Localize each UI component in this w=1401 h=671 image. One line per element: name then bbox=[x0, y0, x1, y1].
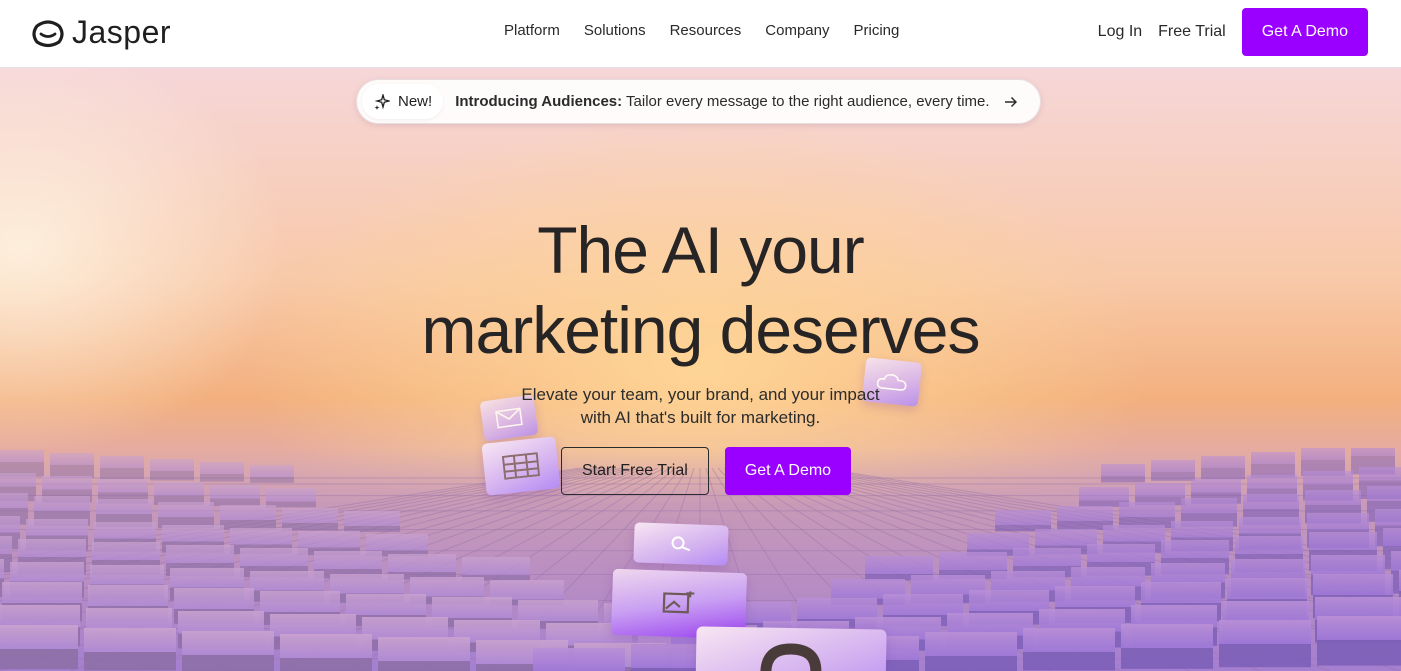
jasper-logo-icon bbox=[32, 19, 64, 47]
announcement-body: Tailor every message to the right audien… bbox=[626, 93, 990, 110]
primary-nav: Platform Solutions Resources Company Pri… bbox=[504, 22, 899, 39]
nav-resources[interactable]: Resources bbox=[670, 22, 742, 39]
nav-pricing[interactable]: Pricing bbox=[853, 22, 899, 39]
search-icon bbox=[671, 536, 691, 552]
g-logo-icon bbox=[760, 643, 822, 671]
google-tile bbox=[695, 626, 887, 671]
nav-actions: Log In Free Trial Get A Demo bbox=[1098, 8, 1368, 56]
subtitle-line-2: with AI that's built for marketing. bbox=[580, 408, 821, 427]
image-edit-icon bbox=[662, 589, 695, 614]
announcement-title: Introducing Audiences: bbox=[455, 93, 623, 110]
table-tile bbox=[481, 436, 561, 496]
start-free-trial-button[interactable]: Start Free Trial bbox=[561, 447, 709, 495]
badge-label: New! bbox=[398, 93, 433, 110]
subtitle-line-1: Elevate your team, your brand, and your … bbox=[521, 385, 880, 404]
hero-section: New! Introducing Audiences: Tailor every… bbox=[0, 68, 1401, 671]
headline-line-1: The AI your bbox=[537, 213, 865, 287]
arrow-right-icon bbox=[1004, 96, 1017, 107]
nav-platform[interactable]: Platform bbox=[504, 22, 560, 39]
brand-name: Jasper bbox=[72, 14, 172, 50]
login-link[interactable]: Log In bbox=[1098, 23, 1142, 41]
new-badge: New! bbox=[362, 84, 444, 119]
announcement-banner[interactable]: New! Introducing Audiences: Tailor every… bbox=[356, 79, 1041, 124]
table-icon bbox=[501, 452, 541, 480]
get-demo-button[interactable]: Get A Demo bbox=[1241, 8, 1368, 56]
free-trial-link[interactable]: Free Trial bbox=[1158, 23, 1226, 41]
brand-logo[interactable]: Jasper bbox=[30, 14, 171, 51]
top-navbar: Jasper Platform Solutions Resources Comp… bbox=[0, 0, 1401, 68]
nav-company[interactable]: Company bbox=[765, 22, 829, 39]
search-tile bbox=[633, 522, 729, 566]
announcement-text: Introducing Audiences: Tailor every mess… bbox=[455, 93, 989, 110]
headline-line-2: marketing deserves bbox=[421, 293, 981, 367]
hero-cta-row: Start Free Trial Get A Demo bbox=[561, 447, 852, 495]
hero-headline: The AI your marketing deserves bbox=[0, 210, 1401, 370]
hero-subtitle: Elevate your team, your brand, and your … bbox=[0, 383, 1401, 429]
sparkle-icon bbox=[374, 93, 390, 110]
nav-solutions[interactable]: Solutions bbox=[584, 22, 646, 39]
hero-get-demo-button[interactable]: Get A Demo bbox=[724, 447, 852, 495]
